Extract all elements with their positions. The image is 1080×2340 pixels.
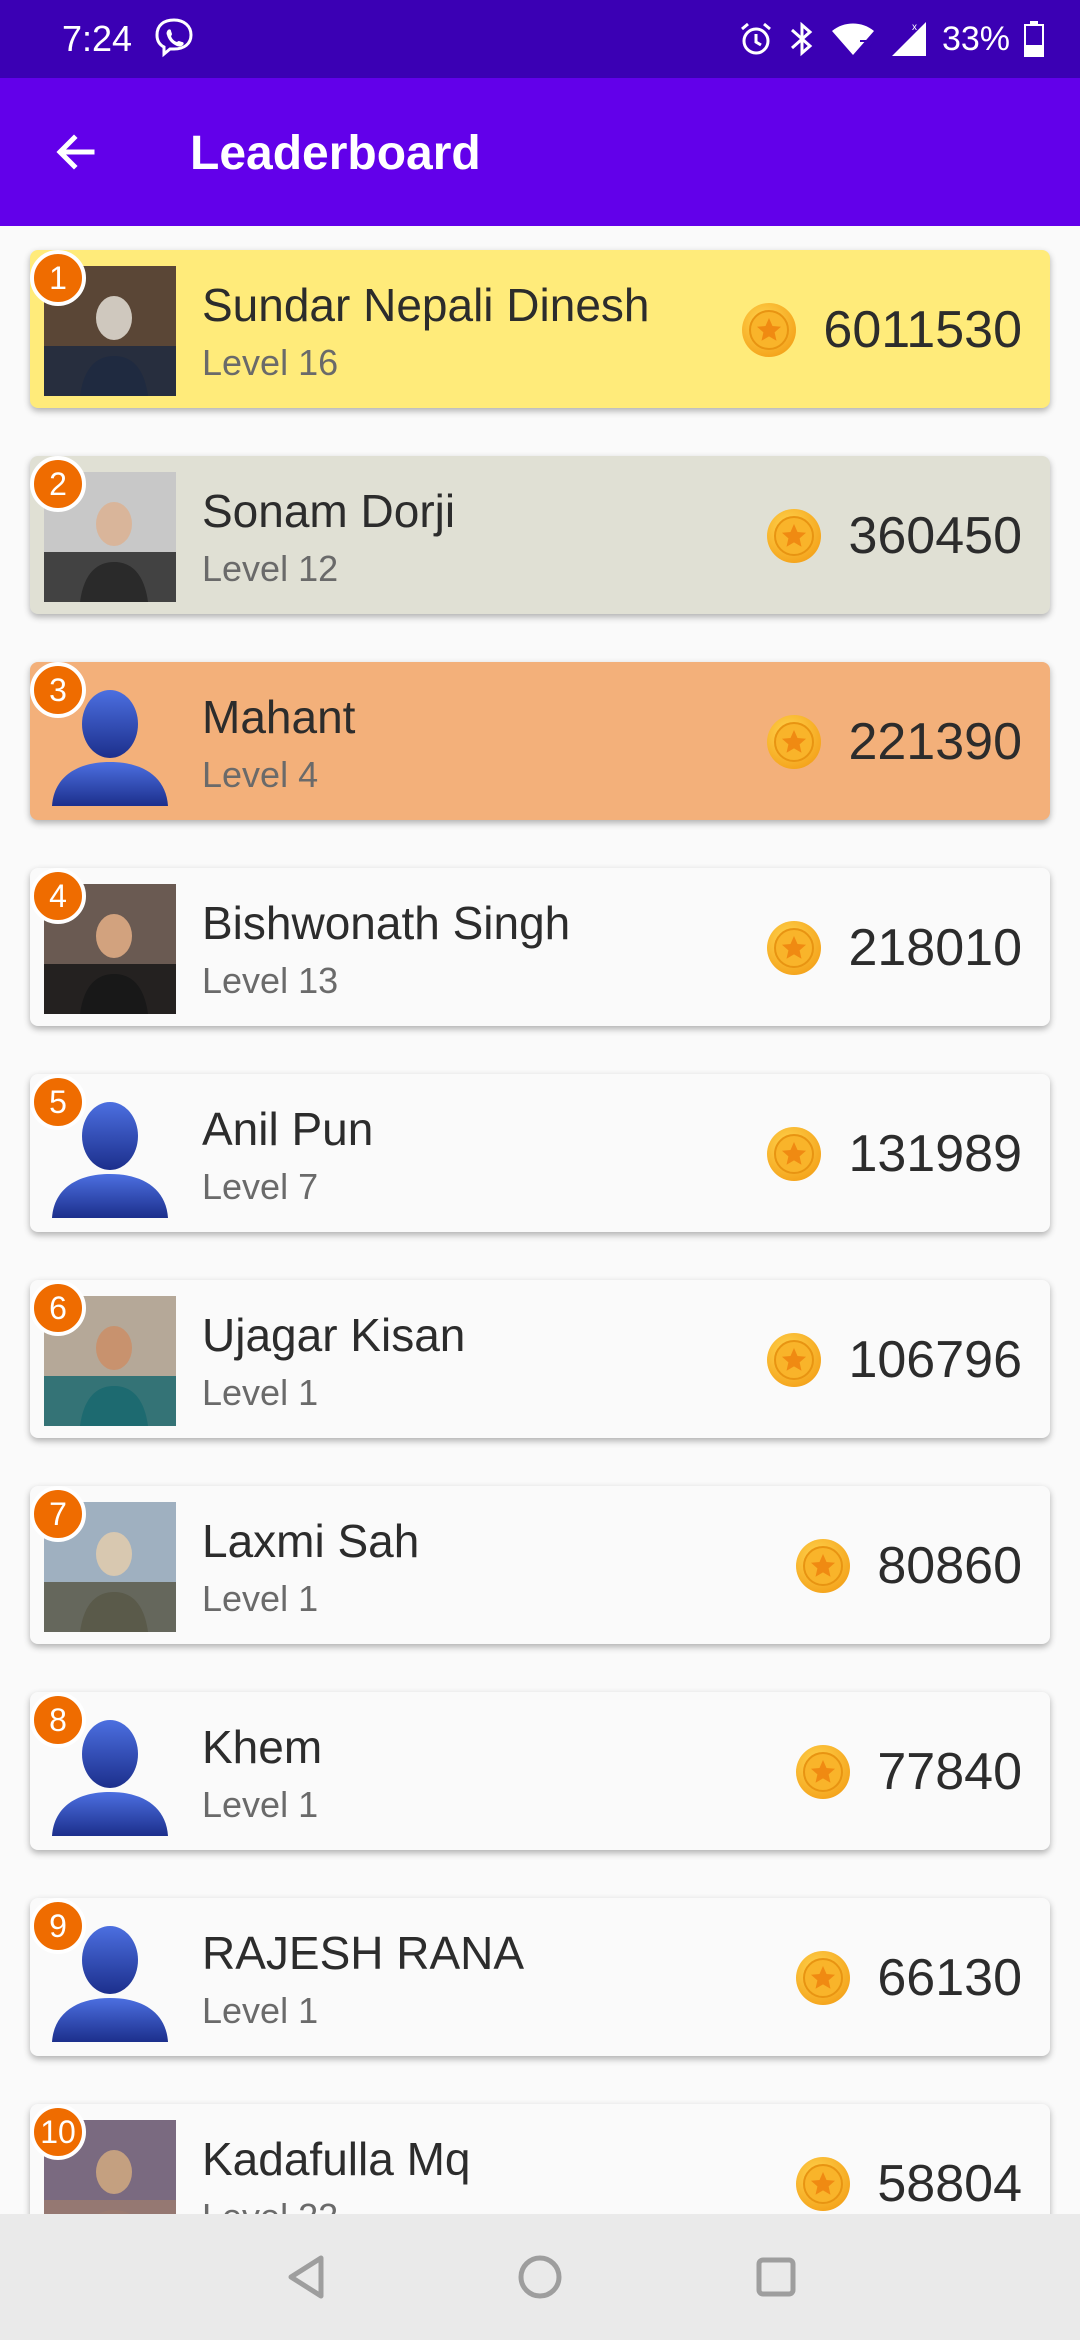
app-bar: Leaderboard [0, 78, 1080, 226]
player-name: Bishwonath Singh [202, 897, 571, 949]
page-title: Leaderboard [190, 127, 481, 180]
coin-star-icon [767, 921, 822, 975]
player-score: 6011530 [823, 301, 1022, 359]
coin-star-icon [796, 2157, 851, 2211]
player-level: Level 1 [202, 1990, 319, 2031]
alarm-icon [740, 22, 771, 55]
player-score: 221390 [848, 713, 1022, 771]
leaderboard-list[interactable]: 1 Sundar Nepali Dinesh Level 16 6011530 2 Son… [0, 226, 1080, 2214]
player-score: 360450 [848, 507, 1022, 565]
status-bar: 7:24 x 33% [0, 0, 1080, 78]
leaderboard-row[interactable]: 1 Sundar Nepali Dinesh Level 16 6011530 [30, 250, 1050, 408]
player-name: Anil Pun [202, 1103, 374, 1155]
home-circle-icon [518, 2255, 562, 2299]
score-group: 218010 [766, 908, 1022, 988]
score-group: 106796 [766, 1320, 1022, 1400]
rank-badge: 2 [30, 456, 86, 512]
player-score: 77840 [877, 1743, 1022, 1801]
nav-recents-button[interactable] [746, 2247, 806, 2307]
coin-star-icon [796, 1951, 851, 2005]
player-name: Kadafulla Mq [202, 2133, 471, 2185]
player-level: Level 4 [202, 754, 319, 795]
battery-percent: 33% [941, 19, 1010, 58]
player-name: Ujagar Kisan [202, 1309, 466, 1361]
back-triangle-icon [288, 2255, 324, 2299]
coin-star-icon [767, 1333, 822, 1387]
player-name: Sonam Dorji [202, 485, 456, 537]
recents-square-icon [756, 2257, 796, 2297]
coin-star-icon [767, 1127, 822, 1181]
player-score: 66130 [877, 1949, 1022, 2007]
nav-home-button[interactable] [510, 2247, 570, 2307]
leaderboard-row[interactable]: 3 Mahant Level 4 221390 [30, 662, 1050, 820]
player-level: Level 22 [202, 2196, 338, 2214]
rank-badge: 4 [30, 868, 86, 924]
score-group: 58804 [795, 2144, 1022, 2214]
player-score: 131989 [848, 1125, 1022, 1183]
nav-back-button[interactable] [276, 2247, 336, 2307]
player-score: 218010 [848, 919, 1022, 977]
status-time: 7:24 [62, 18, 133, 59]
leaderboard-row[interactable]: 8 Khem Level 1 77840 [30, 1692, 1050, 1850]
player-level: Level 7 [202, 1166, 319, 1207]
rank-badge: 8 [30, 1692, 86, 1748]
player-level: Level 1 [202, 1372, 319, 1413]
player-score: 106796 [848, 1331, 1022, 1389]
rank-badge: 1 [30, 250, 86, 306]
system-nav-bar [0, 2214, 1080, 2340]
rank-badge: 3 [30, 662, 86, 718]
player-level: Level 1 [202, 1578, 319, 1619]
signal-icon: x [891, 22, 926, 56]
player-level: Level 13 [202, 960, 339, 1001]
rank-badge: 9 [30, 1898, 86, 1954]
player-level: Level 16 [202, 342, 339, 383]
arrow-back-icon [56, 134, 95, 170]
score-group: 80860 [795, 1526, 1022, 1606]
wifi-icon [831, 23, 874, 55]
score-group: 77840 [795, 1732, 1022, 1812]
coin-star-icon [796, 1539, 851, 1593]
score-group: 360450 [766, 496, 1022, 576]
rank-badge: 6 [30, 1280, 86, 1336]
player-name: RAJESH RANA [202, 1927, 525, 1979]
rank-badge: 10 [30, 2104, 86, 2160]
coin-star-icon [767, 509, 822, 563]
leaderboard-row[interactable]: 6 Ujagar Kisan Level 1 106796 [30, 1280, 1050, 1438]
leaderboard-row[interactable]: 2 Sonam Dorji Level 12 360450 [30, 456, 1050, 614]
rank-badge: 5 [30, 1074, 86, 1130]
leaderboard-row[interactable]: 10 Kadafulla Mq Level 22 58804 [30, 2104, 1050, 2214]
player-name: Khem [202, 1721, 323, 1773]
bluetooth-icon [790, 21, 813, 57]
player-level: Level 12 [202, 548, 339, 589]
score-group: 131989 [766, 1114, 1022, 1194]
player-name: Sundar Nepali Dinesh [202, 279, 650, 331]
score-group: 6011530 [741, 290, 1022, 370]
leaderboard-row[interactable]: 5 Anil Pun Level 7 131989 [30, 1074, 1050, 1232]
svg-text:x: x [912, 22, 917, 33]
battery-icon [1024, 21, 1044, 57]
status-icons: x 33% [738, 14, 1044, 64]
player-level: Level 1 [202, 1784, 319, 1825]
coin-star-icon [767, 715, 822, 769]
coin-star-icon [796, 1745, 851, 1799]
viber-icon [155, 18, 193, 58]
coin-star-icon [742, 303, 797, 357]
player-name: Mahant [202, 691, 356, 743]
player-score: 80860 [877, 1537, 1022, 1595]
rank-badge: 7 [30, 1486, 86, 1542]
player-score: 58804 [877, 2155, 1022, 2213]
score-group: 221390 [766, 702, 1022, 782]
leaderboard-row[interactable]: 7 Laxmi Sah Level 1 80860 [30, 1486, 1050, 1644]
score-group: 66130 [795, 1938, 1022, 2018]
back-button[interactable] [38, 114, 114, 190]
leaderboard-row[interactable]: 4 Bishwonath Singh Level 13 218010 [30, 868, 1050, 1026]
player-name: Laxmi Sah [202, 1515, 420, 1567]
leaderboard-row[interactable]: 9 RAJESH RANA Level 1 66130 [30, 1898, 1050, 2056]
